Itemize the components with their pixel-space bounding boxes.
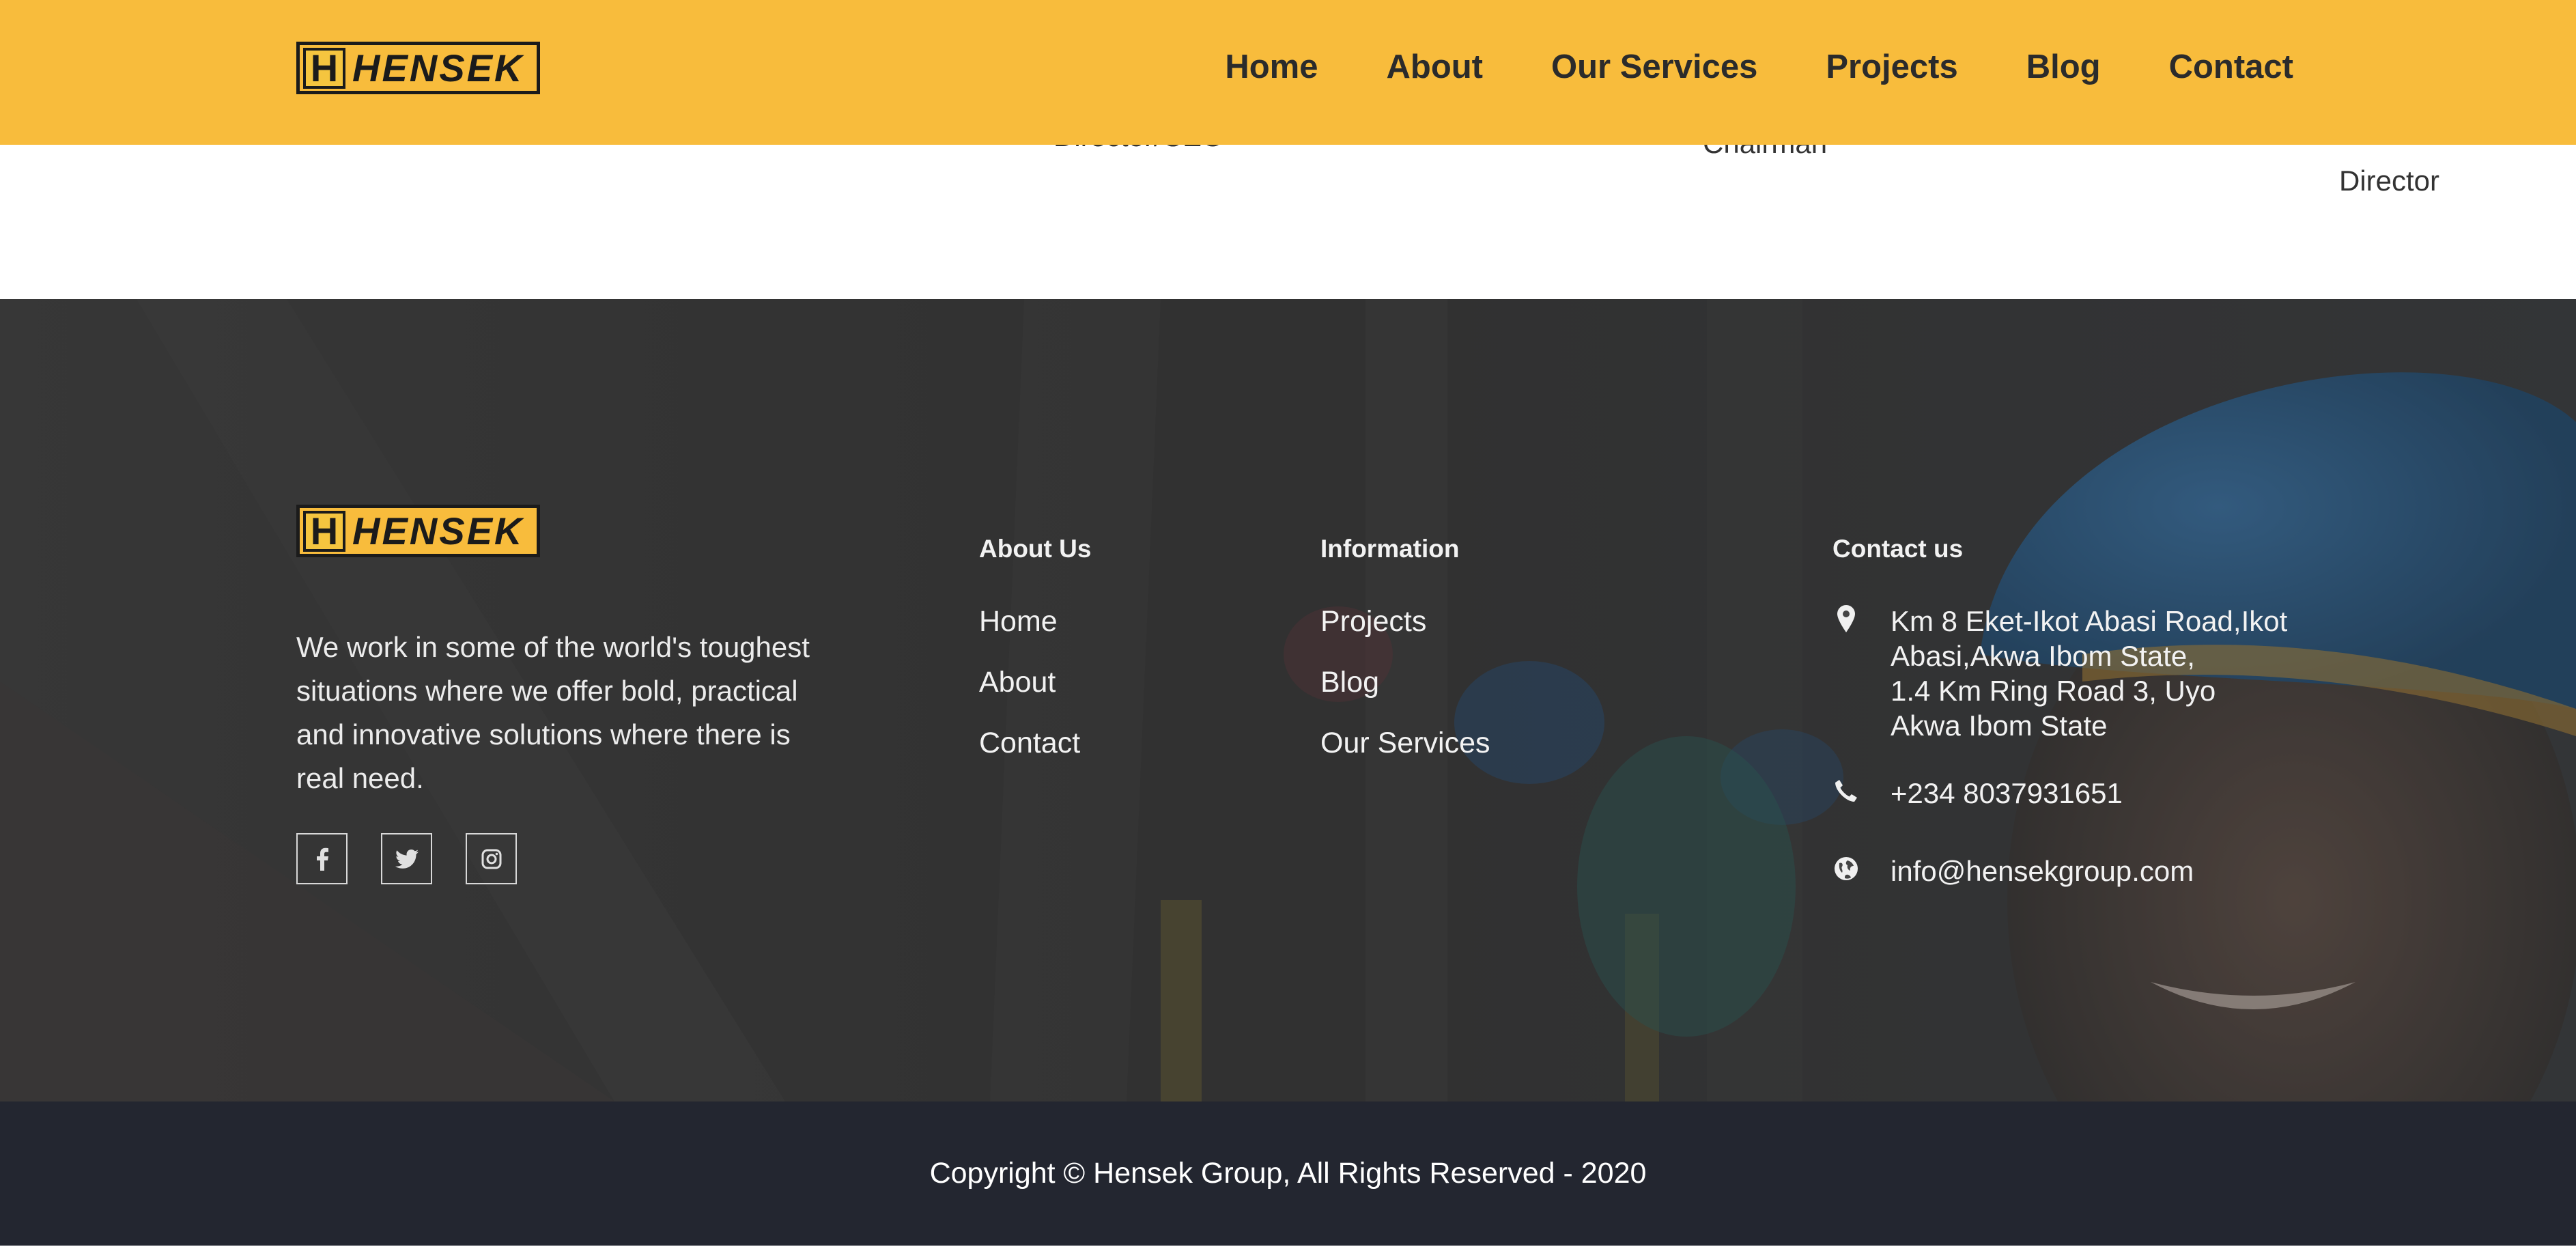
team-role-director: Director bbox=[2339, 165, 2440, 197]
header-logo[interactable]: H HENSEK bbox=[296, 42, 540, 94]
address-line: Akwa Ibom State bbox=[1891, 710, 2108, 742]
footer-link-our-services[interactable]: Our Services bbox=[1320, 727, 1490, 760]
instagram-icon bbox=[481, 849, 501, 869]
site-header: H HENSEK Home About Our Services Project… bbox=[0, 0, 2576, 145]
social-links bbox=[296, 833, 517, 884]
copyright-bar: Copyright © Hensek Group, All Rights Res… bbox=[0, 1101, 2576, 1246]
footer-link-projects[interactable]: Projects bbox=[1320, 605, 1426, 638]
main-nav: Home About Our Services Projects Blog Co… bbox=[1225, 0, 2293, 134]
globe-icon bbox=[1832, 854, 1860, 884]
footer-logo[interactable]: H HENSEK bbox=[296, 505, 540, 557]
nav-about[interactable]: About bbox=[1387, 48, 1484, 86]
nav-contact[interactable]: Contact bbox=[2169, 48, 2293, 86]
footer-about-text: We work in some of the world's toughest … bbox=[296, 631, 810, 794]
logo-mark: H bbox=[303, 46, 345, 89]
logo-wordmark: HENSEK bbox=[352, 509, 524, 552]
contact-us-heading: Contact us bbox=[1832, 535, 1964, 563]
nav-blog[interactable]: Blog bbox=[2026, 48, 2101, 86]
address-line: Km 8 Eket-Ikot Abasi Road,Ikot bbox=[1891, 605, 2288, 637]
footer-link-blog[interactable]: Blog bbox=[1320, 666, 1379, 699]
contact-email: info@hensekgroup.com bbox=[1832, 854, 2194, 888]
footer-link-home[interactable]: Home bbox=[979, 605, 1058, 638]
address-line: Abasi,Akwa Ibom State, bbox=[1891, 640, 2195, 672]
nav-home[interactable]: Home bbox=[1225, 48, 1318, 86]
nav-our-services[interactable]: Our Services bbox=[1551, 48, 1757, 86]
facebook-button[interactable] bbox=[296, 833, 348, 884]
facebook-icon bbox=[316, 847, 328, 871]
address-line: 1.4 Km Ring Road 3, Uyo bbox=[1891, 675, 2216, 707]
footer-link-contact[interactable]: Contact bbox=[979, 727, 1080, 760]
footer-link-about[interactable]: About bbox=[979, 666, 1056, 699]
contact-phone: +234 8037931651 bbox=[1832, 776, 2123, 811]
phone-icon bbox=[1832, 776, 1860, 806]
site-footer: H HENSEK We work in some of the world's … bbox=[0, 299, 2576, 1101]
nav-projects[interactable]: Projects bbox=[1826, 48, 1957, 86]
information-heading: Information bbox=[1320, 535, 1460, 563]
phone-link[interactable]: +234 8037931651 bbox=[1891, 776, 2123, 811]
twitter-button[interactable] bbox=[381, 833, 432, 884]
copyright-text: Copyright © Hensek Group, All Rights Res… bbox=[929, 1157, 1647, 1190]
logo-wordmark: HENSEK bbox=[352, 46, 524, 89]
contact-address: Km 8 Eket-Ikot Abasi Road,Ikot Abasi,Akw… bbox=[1832, 604, 2287, 743]
email-link[interactable]: info@hensekgroup.com bbox=[1891, 854, 2194, 888]
page-bottom-edge bbox=[0, 1246, 2576, 1249]
logo-mark: H bbox=[303, 509, 345, 552]
address-text: Km 8 Eket-Ikot Abasi Road,Ikot Abasi,Akw… bbox=[1891, 604, 2287, 743]
instagram-button[interactable] bbox=[466, 833, 517, 884]
twitter-icon bbox=[395, 849, 419, 869]
about-us-heading: About Us bbox=[979, 535, 1092, 563]
map-marker-icon bbox=[1832, 604, 1860, 634]
